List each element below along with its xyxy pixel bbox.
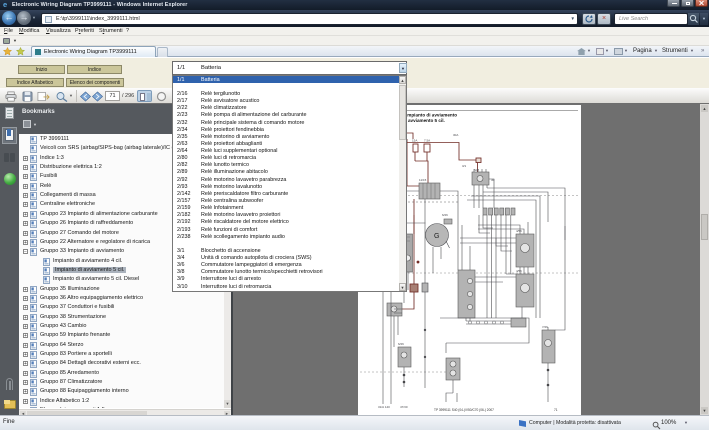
svg-text:7.5A: 7.5A	[424, 139, 430, 143]
svg-text:SW: SW	[474, 168, 479, 172]
svg-text:4/56: 4/56	[516, 269, 522, 273]
svg-text:47/30: 47/30	[400, 405, 408, 409]
svg-text:G: G	[434, 233, 439, 240]
svg-text:11/15: 11/15	[419, 178, 427, 182]
svg-text:7/26: 7/26	[542, 325, 548, 329]
svg-text:30: 30	[491, 178, 495, 182]
svg-text:31/A 140: 31/A 140	[378, 405, 390, 409]
svg-text:avviamento 5 cil.: avviamento 5 cil.	[408, 118, 445, 123]
svg-text:TP 3999111 S40 (04-)/V50/C70 (: TP 3999111 S40 (04-)/V50/C70 (06-) 2007	[434, 408, 494, 412]
svg-text:Impianto di avviamento: Impianto di avviamento	[406, 113, 457, 118]
svg-text:3/1: 3/1	[462, 164, 467, 168]
svg-text:6/26: 6/26	[398, 342, 404, 346]
svg-text:71: 71	[554, 408, 558, 412]
svg-text:4/56: 4/56	[516, 229, 522, 233]
svg-text:15A: 15A	[412, 139, 417, 143]
svg-text:6/26: 6/26	[442, 213, 448, 217]
svg-text:30A: 30A	[453, 133, 458, 137]
